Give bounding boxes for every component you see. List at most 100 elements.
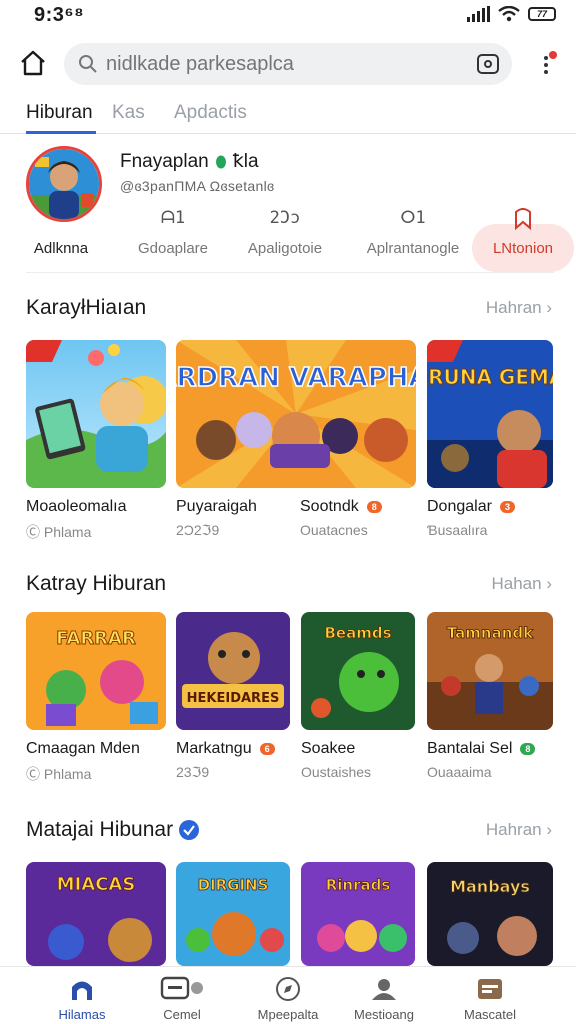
game-title-text: Cmaagan Mden — [26, 740, 140, 757]
stat-gdoaplare[interactable]: ᗩ1 Gdoaplare — [128, 208, 218, 257]
game-title-text: Markatngu — [176, 740, 252, 757]
game-card-label-only[interactable]: Sootndk 8 Ouatacnes — [300, 340, 420, 538]
game-meta: Ⓒ Phlama — [26, 766, 92, 782]
signal-icon — [467, 6, 490, 22]
game-title-text: Dongalar — [427, 498, 492, 515]
game-meta: Ɓusaalıra — [427, 522, 488, 538]
game-title-text: Sootndk — [300, 498, 359, 515]
section-title: Matajai Hibunar — [26, 818, 200, 842]
section-more-label: Hahran — [485, 298, 542, 317]
corner-flag — [427, 340, 463, 362]
battery-icon: 77 — [528, 7, 556, 21]
game-meta: Ouatacnes — [300, 522, 368, 538]
chat-icon — [134, 975, 230, 1003]
nav-label: Mestioang — [354, 1007, 414, 1022]
game-title-text: Moaoleomalıa — [26, 498, 127, 515]
game-thumbnail: Tamnandk — [427, 612, 553, 730]
thumbnail-text: MIACAS — [57, 874, 136, 895]
game-meta: Ⓒ Phlama — [26, 524, 92, 540]
status-time: 9:3⁶⁸ — [34, 4, 85, 26]
divider — [26, 272, 554, 273]
thumbnail-text: HEKEIDARES — [187, 691, 280, 706]
nav-mestioang[interactable]: Mestioang — [336, 975, 432, 1022]
game-card[interactable]: Rinrads — [301, 862, 415, 966]
section-more-link[interactable]: Hahan › — [492, 574, 553, 594]
section-more-link[interactable]: Hahran › — [486, 298, 552, 318]
corner-flag — [26, 340, 62, 362]
game-title-text: Puyaraigah — [176, 498, 257, 515]
game-title: Bantalai Sel 8 — [427, 740, 553, 758]
verified-icon — [215, 155, 226, 168]
stat-icon: 2Ɔɔ — [269, 208, 301, 228]
stat-aplrantanogle[interactable]: ⵔ1 Aplrantanogle — [358, 208, 468, 257]
game-thumbnail: DIRGINS — [176, 862, 290, 966]
game-title-text: Soakee — [301, 740, 356, 757]
tab-apdactis[interactable]: Apdactis — [174, 102, 247, 124]
stat-label: LNtonion — [492, 240, 554, 257]
rating-badge: 8 — [366, 501, 382, 513]
thumbnail-text: DIRGINS — [198, 876, 269, 894]
game-title-text: Bantalai Sel — [427, 740, 513, 757]
game-meta: 23ℑ9 — [176, 764, 210, 780]
profile-stats: Adlknna ᗩ1 Gdoaplare 2Ɔɔ Apaligotoie ⵔ1 … — [0, 208, 576, 272]
game-thumbnail: FARUNA GEMAS — [427, 340, 553, 488]
game-card[interactable]: MIACAS — [26, 862, 166, 966]
thumbnail-text: Beamds — [324, 624, 391, 642]
stat-apaligotoie[interactable]: 2Ɔɔ Apaligotoie — [240, 208, 330, 257]
tab-hiburan[interactable]: Hiburan — [26, 102, 93, 124]
section-title: Katray Hiburan — [26, 572, 167, 595]
nav-label: Hilamas — [58, 1007, 106, 1022]
thumbnail-text: Tamnandk — [447, 624, 534, 642]
game-card[interactable]: FARUNA GEMAS Dongalar 3 Ɓusaalıra — [427, 340, 553, 538]
search-bar[interactable] — [64, 43, 512, 85]
scan-icon[interactable] — [476, 52, 500, 76]
game-thumbnail: Rinrads — [301, 862, 415, 966]
more-icon[interactable] — [534, 50, 558, 78]
nav-mascatel[interactable]: Mascatel — [442, 975, 538, 1022]
section-more-label: Hahan — [491, 574, 542, 593]
profile-card: Fnayaplan ꝁla @ɞ3panΠMA Ωɞsetanlɞ Adlknn… — [0, 142, 576, 274]
nav-label: Mascatel — [463, 1007, 517, 1022]
nav-cemel[interactable]: Cemel — [134, 975, 230, 1022]
stat-adlknna[interactable]: Adlknna — [26, 208, 96, 257]
stat-label: Aplrantanogle — [366, 240, 460, 257]
stat-icon: ᗩ1 — [160, 208, 186, 228]
home-button[interactable] — [16, 46, 50, 80]
profile-name-suffix: ꝁla — [232, 151, 259, 172]
nav-hilamas[interactable]: Hilamas — [34, 975, 130, 1022]
game-card[interactable]: FARRAR Cmaagan Mden Ⓒ Phlama — [26, 612, 166, 784]
section-more-link[interactable]: Hahran › — [486, 820, 552, 840]
profile-handle: @ɞ3panΠMA Ωɞsetanlɞ — [120, 178, 275, 194]
game-meta: Oustaishes — [301, 764, 372, 780]
game-title: Moaoleomalıa — [26, 498, 166, 516]
game-meta: Ouaaaima — [427, 764, 492, 780]
game-thumbnail — [26, 340, 166, 488]
game-card[interactable]: Tamnandk Bantalai Sel 8 Ouaaaima — [427, 612, 553, 780]
home-icon — [21, 50, 45, 76]
card-spacer — [300, 340, 420, 488]
tab-kas[interactable]: Kas — [112, 102, 145, 124]
game-card[interactable]: Manbays — [427, 862, 553, 966]
thumbnail-text: FARRAR — [56, 628, 136, 649]
status-bar: 9:3⁶⁸ 77 — [0, 0, 576, 30]
game-card[interactable]: Moaoleomalıa Ⓒ Phlama — [26, 340, 166, 542]
game-card[interactable]: HEKEIDARES Markatngu 6 23ℑ9 — [176, 612, 290, 781]
profile-name: Fnayaplan ꝁla — [120, 150, 259, 173]
person-icon — [336, 975, 432, 1003]
search-input[interactable] — [106, 52, 466, 76]
game-title: Sootndk 8 — [300, 498, 420, 516]
bookmark-icon — [474, 208, 572, 234]
compass-icon — [240, 975, 336, 1003]
game-title: Markatngu 6 — [176, 740, 290, 758]
game-card[interactable]: Beamds Soakee Oustaishes — [301, 612, 415, 780]
stat-icon: ⵔ1 — [400, 208, 426, 228]
home-icon — [34, 975, 130, 1003]
thumbnail-text: FARUNA GEMAS — [427, 365, 553, 389]
game-thumbnail: Manbays — [427, 862, 553, 966]
game-card[interactable]: DIRGINS — [176, 862, 290, 966]
thumbnail-text: Rinrads — [326, 876, 391, 894]
stat-lntonion[interactable]: LNtonion — [474, 208, 572, 257]
nav-mpeepalta[interactable]: Mpeepalta — [240, 975, 336, 1022]
search-header — [0, 40, 576, 88]
game-title: Dongalar 3 — [427, 498, 553, 516]
